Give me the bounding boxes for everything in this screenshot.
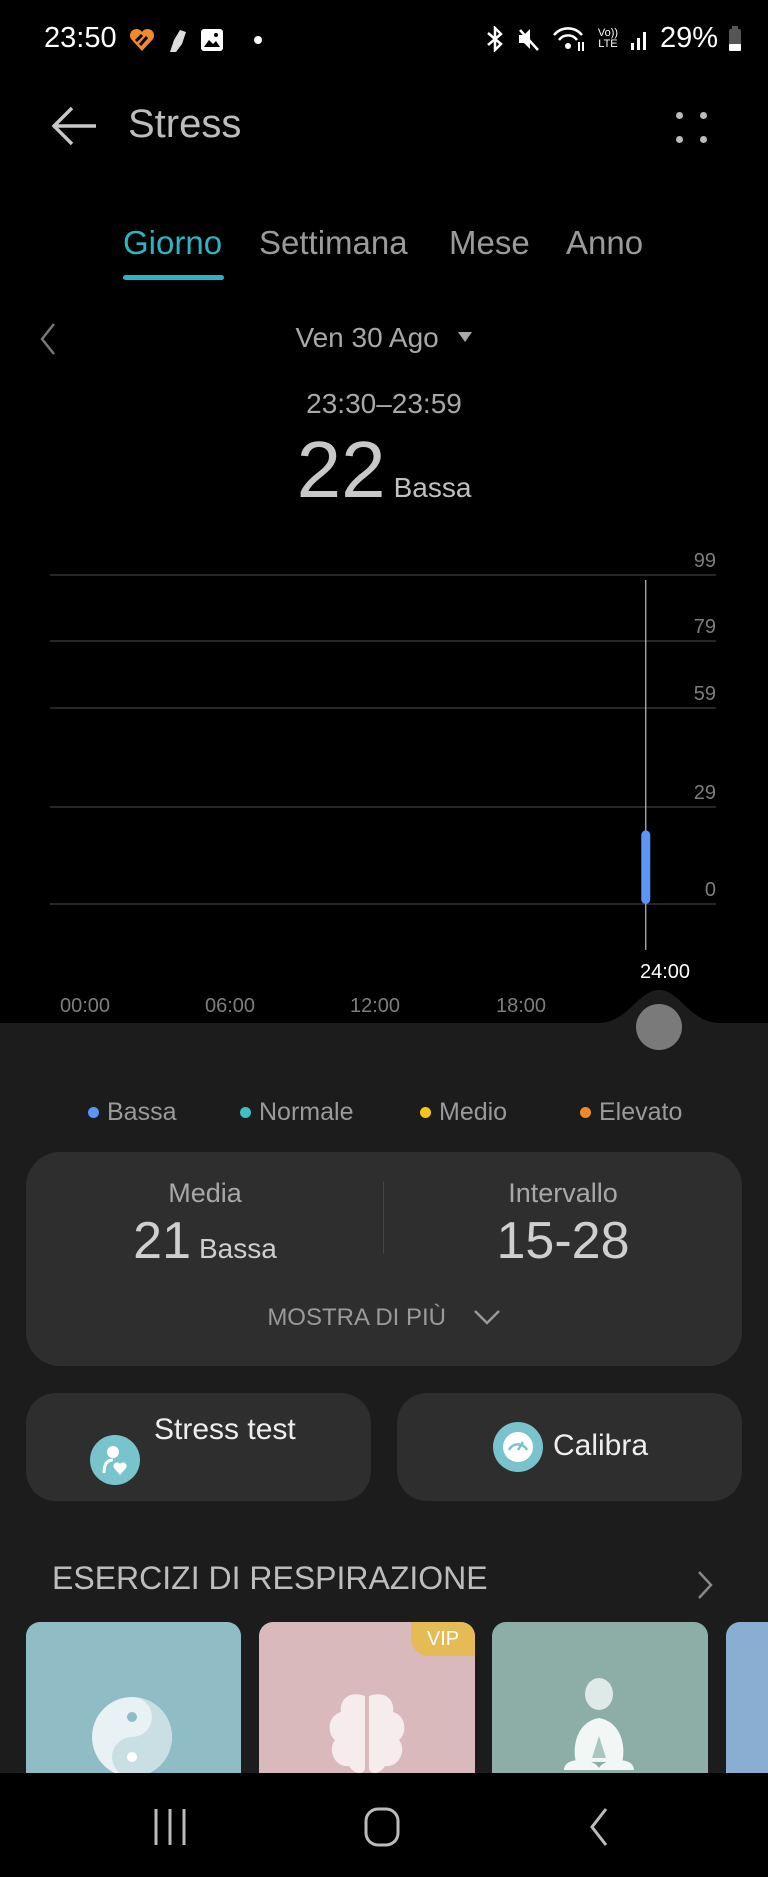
x-tick-label: 00:00	[60, 995, 110, 1017]
x-tick-label: 06:00	[205, 995, 255, 1017]
active-tab-indicator	[123, 275, 224, 280]
legend-dot-normale	[240, 1107, 251, 1118]
range-stat: Intervallo 15-28	[384, 1178, 742, 1271]
legend-dot-medio	[420, 1107, 431, 1118]
stress-level: Bassa	[393, 472, 472, 503]
breathing-section-title: ESERCIZI DI RESPIRAZIONE	[52, 1560, 488, 1596]
legend-item: Elevato	[580, 1098, 682, 1127]
system-back-icon[interactable]	[584, 1805, 614, 1849]
selected-time-range: 23:30–23:59	[306, 388, 462, 419]
volte-icon: Vo)) LTE	[597, 26, 619, 50]
tab-mese[interactable]: Mese	[449, 224, 530, 262]
chart-legend: Bassa Normale Medio Elevato	[0, 1098, 768, 1138]
chevron-right-icon[interactable]	[694, 1568, 716, 1602]
range-value: 15-28	[496, 1212, 630, 1270]
stress-bar	[641, 830, 651, 904]
legend-dot-bassa	[88, 1107, 99, 1118]
battery-icon	[729, 25, 741, 51]
app-header: Stress	[0, 80, 768, 172]
stress-test-button[interactable]: Stress test	[26, 1393, 371, 1501]
selected-value: 22 Bassa	[0, 424, 768, 516]
calibrate-label: Calibra	[553, 1429, 649, 1462]
breathing-card-yinyang[interactable]	[26, 1622, 241, 1773]
status-time: 23:50	[44, 22, 117, 54]
summary-card: Media 21 Bassa Intervallo 15-28 MOSTRA DI…	[26, 1152, 742, 1366]
gallery-icon	[201, 29, 223, 51]
y-tick-label: 29	[694, 782, 716, 804]
notification-dot-icon	[254, 36, 262, 44]
battery-percent: 29%	[659, 22, 718, 54]
period-tabs: Giorno Settimana Mese Anno	[0, 220, 768, 290]
more-options-icon[interactable]	[672, 106, 712, 146]
back-arrow-icon[interactable]	[50, 100, 102, 152]
stress-test-icon	[90, 1435, 140, 1485]
vip-badge: VIP	[411, 1622, 475, 1656]
average-value: 21	[133, 1212, 191, 1270]
tab-settimana[interactable]: Settimana	[259, 224, 408, 262]
selected-time-label: 24:00	[640, 961, 690, 983]
wifi-icon	[552, 26, 584, 51]
date-label: Ven 30 Ago	[295, 322, 439, 353]
y-tick-label: 59	[694, 683, 716, 705]
date-selector: Ven 30 Ago	[0, 312, 768, 366]
system-navigation-bar	[0, 1773, 768, 1877]
yin-yang-icon	[92, 1697, 172, 1773]
legend-dot-elevato	[580, 1107, 591, 1118]
dropdown-triangle-icon	[457, 332, 472, 342]
page-title: Stress	[128, 102, 242, 146]
recent-apps-icon[interactable]	[150, 1805, 190, 1849]
brain-icon	[329, 1694, 405, 1773]
chevron-down-icon	[473, 1310, 500, 1325]
legend-label: Medio	[439, 1098, 508, 1126]
y-tick-label: 79	[694, 616, 716, 638]
time-slider-handle[interactable]	[636, 1004, 682, 1050]
y-tick-label: 0	[705, 879, 716, 901]
legend-item: Bassa	[88, 1098, 176, 1127]
x-tick-label: 18:00	[496, 995, 546, 1017]
signal-icon	[630, 31, 646, 50]
average-label: Media	[168, 1178, 242, 1208]
show-more-button[interactable]: MOSTRA DI PIÙ	[26, 1304, 742, 1332]
status-left-icons	[128, 26, 262, 54]
home-icon[interactable]	[362, 1805, 402, 1849]
legend-item: Medio	[420, 1098, 507, 1127]
x-tick-label: 12:00	[350, 995, 400, 1017]
legend-label: Elevato	[599, 1098, 683, 1126]
breathing-card-meditation[interactable]	[492, 1622, 708, 1773]
legend-label: Bassa	[107, 1098, 177, 1126]
tab-giorno[interactable]: Giorno	[123, 224, 222, 262]
y-tick-label: 99	[694, 550, 716, 572]
range-label: Intervallo	[508, 1178, 618, 1208]
stress-value: 22	[296, 425, 386, 514]
gauge-icon	[493, 1422, 543, 1472]
breathing-card-partial[interactable]	[726, 1622, 768, 1773]
legend-item: Normale	[240, 1098, 353, 1127]
breathing-card-brain[interactable]: VIP	[259, 1622, 475, 1773]
average-level: Bassa	[199, 1233, 277, 1264]
mute-icon	[518, 28, 539, 51]
meditation-icon	[564, 1678, 634, 1770]
health-app-icon	[129, 28, 155, 51]
legend-label: Normale	[259, 1098, 354, 1126]
shoe-icon	[170, 30, 186, 52]
status-right-icons: Vo)) LTE 29%	[484, 22, 742, 55]
stress-chart[interactable]: 0 29 59 79 99 00:00 06:00 12:00 18:00 24:00	[0, 540, 768, 1030]
status-bar: 23:50 Vo)) LTE 29%	[0, 0, 768, 80]
stress-test-label: Stress test	[154, 1413, 296, 1446]
calibrate-button[interactable]: Calibra	[397, 1393, 742, 1501]
tab-anno[interactable]: Anno	[566, 224, 643, 262]
show-more-label: MOSTRA DI PIÙ	[267, 1304, 446, 1331]
date-dropdown[interactable]: Ven 30 Ago	[0, 322, 768, 354]
average-stat: Media 21 Bassa	[26, 1178, 384, 1271]
bluetooth-icon	[487, 25, 503, 52]
